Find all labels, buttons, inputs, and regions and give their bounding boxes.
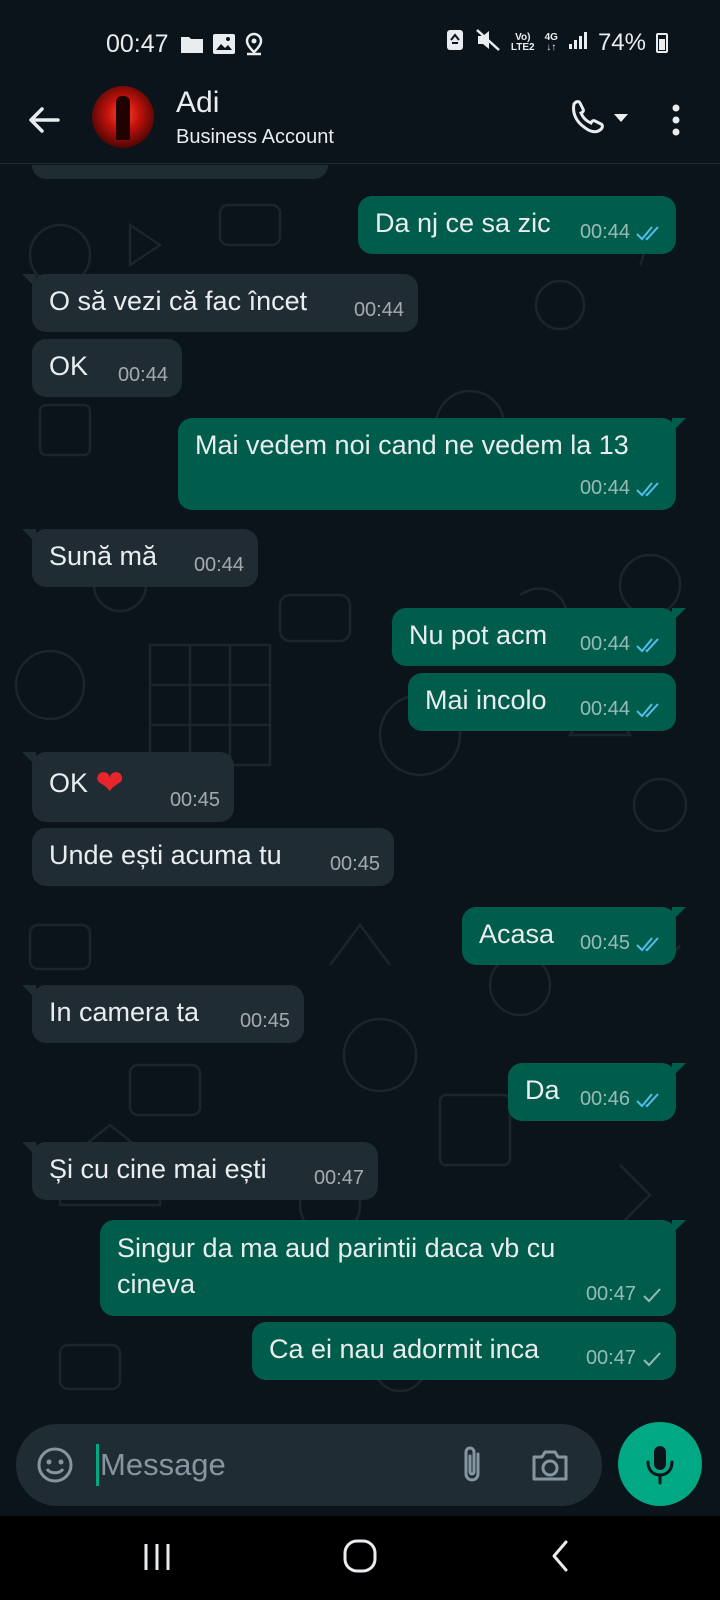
read-ticks-icon bbox=[636, 637, 659, 652]
message-composer bbox=[16, 1424, 602, 1506]
location-icon bbox=[244, 32, 264, 61]
message-bubble-incoming[interactable]: Sună mă 00:44 bbox=[22, 529, 258, 587]
folder-icon bbox=[180, 34, 204, 59]
message-bubble-incoming[interactable]: OK 00:44 bbox=[32, 339, 182, 397]
contact-subtitle: Business Account bbox=[176, 126, 334, 148]
status-time: 00:47 bbox=[106, 30, 169, 58]
message-bubble-outgoing[interactable]: Nu pot acm 00:44 bbox=[392, 608, 686, 666]
message-bubble-incoming[interactable]: Unde ești acuma tu 00:45 bbox=[32, 828, 394, 886]
back-button[interactable] bbox=[22, 98, 66, 142]
message-bubble-outgoing[interactable]: Singur da ma aud parintii daca vb cu cin… bbox=[100, 1220, 686, 1316]
message-bubble-outgoing[interactable]: Acasa 00:45 bbox=[462, 907, 686, 965]
sent-tick-icon bbox=[643, 1287, 661, 1302]
message-bubble-incoming[interactable]: In camera ta 00:45 bbox=[22, 985, 304, 1043]
message-bubble-partial[interactable] bbox=[32, 165, 328, 179]
message-bubble-incoming[interactable]: OK ❤ 00:45 bbox=[22, 752, 234, 822]
text-caret bbox=[96, 1444, 99, 1486]
camera-button[interactable] bbox=[528, 1446, 572, 1486]
sent-tick-icon bbox=[643, 1351, 661, 1366]
message-bubble-outgoing[interactable]: Da 00:46 bbox=[508, 1063, 686, 1121]
chat-header: Adi Business Account bbox=[0, 80, 720, 164]
read-ticks-icon bbox=[636, 225, 659, 240]
message-bubble-outgoing[interactable]: Ca ei nau adormit inca 00:47 bbox=[252, 1322, 676, 1380]
recent-apps-icon bbox=[144, 1544, 170, 1570]
read-ticks-icon bbox=[636, 1092, 659, 1107]
more-vert-icon bbox=[672, 104, 680, 136]
more-options-button[interactable] bbox=[664, 98, 688, 142]
mic-button[interactable] bbox=[618, 1422, 702, 1506]
chat-area[interactable]: Da nj ce sa zic 00:44 O să vezi că fac î… bbox=[0, 165, 720, 1418]
camera-icon bbox=[532, 1450, 568, 1481]
mute-icon bbox=[475, 28, 501, 57]
chevron-left-icon bbox=[552, 1540, 568, 1572]
nav-back-button[interactable] bbox=[548, 1538, 572, 1574]
message-bubble-outgoing[interactable]: Mai vedem noi cand ne vedem la 13 00:44 bbox=[178, 418, 686, 510]
battery-percent: 74% bbox=[597, 28, 646, 56]
phone-icon bbox=[572, 100, 604, 134]
message-bubble-outgoing[interactable]: Mai incolo 00:44 bbox=[408, 673, 676, 731]
battery-icon bbox=[656, 32, 668, 53]
chevron-down-icon bbox=[614, 114, 628, 122]
message-bubble-incoming[interactable]: Și cu cine mai ești 00:47 bbox=[22, 1142, 378, 1200]
signal-icon bbox=[568, 30, 588, 55]
avatar[interactable] bbox=[92, 86, 154, 148]
read-ticks-icon bbox=[636, 481, 659, 496]
paperclip-icon bbox=[464, 1446, 480, 1482]
contact-name[interactable]: Adi bbox=[176, 86, 219, 120]
status-bar: 00:47 Vo) LTE2 4G ↓↑ 74% bbox=[0, 0, 720, 80]
attach-button[interactable] bbox=[454, 1444, 490, 1486]
sticker-icon bbox=[37, 1447, 73, 1483]
arrow-left-icon bbox=[29, 107, 60, 133]
network-label: Vo) LTE2 bbox=[510, 31, 535, 53]
message-bubble-incoming[interactable]: O să vezi că fac încet 00:44 bbox=[22, 274, 418, 332]
emoji-button[interactable] bbox=[36, 1446, 74, 1484]
read-ticks-icon bbox=[636, 702, 659, 717]
home-icon bbox=[343, 1539, 377, 1573]
mic-icon bbox=[646, 1446, 674, 1485]
recent-apps-button[interactable] bbox=[142, 1540, 172, 1574]
message-bubble-outgoing[interactable]: Da nj ce sa zic 00:44 bbox=[358, 196, 676, 254]
read-ticks-icon bbox=[636, 936, 659, 951]
recycle-icon bbox=[445, 28, 465, 57]
heart-emoji: ❤ bbox=[95, 764, 125, 802]
call-button[interactable] bbox=[568, 96, 638, 140]
network-gen: 4G ↓↑ bbox=[544, 31, 558, 53]
message-input[interactable] bbox=[100, 1442, 420, 1488]
image-icon bbox=[212, 33, 236, 60]
home-button[interactable] bbox=[342, 1538, 378, 1574]
system-nav-bar bbox=[0, 1516, 720, 1600]
